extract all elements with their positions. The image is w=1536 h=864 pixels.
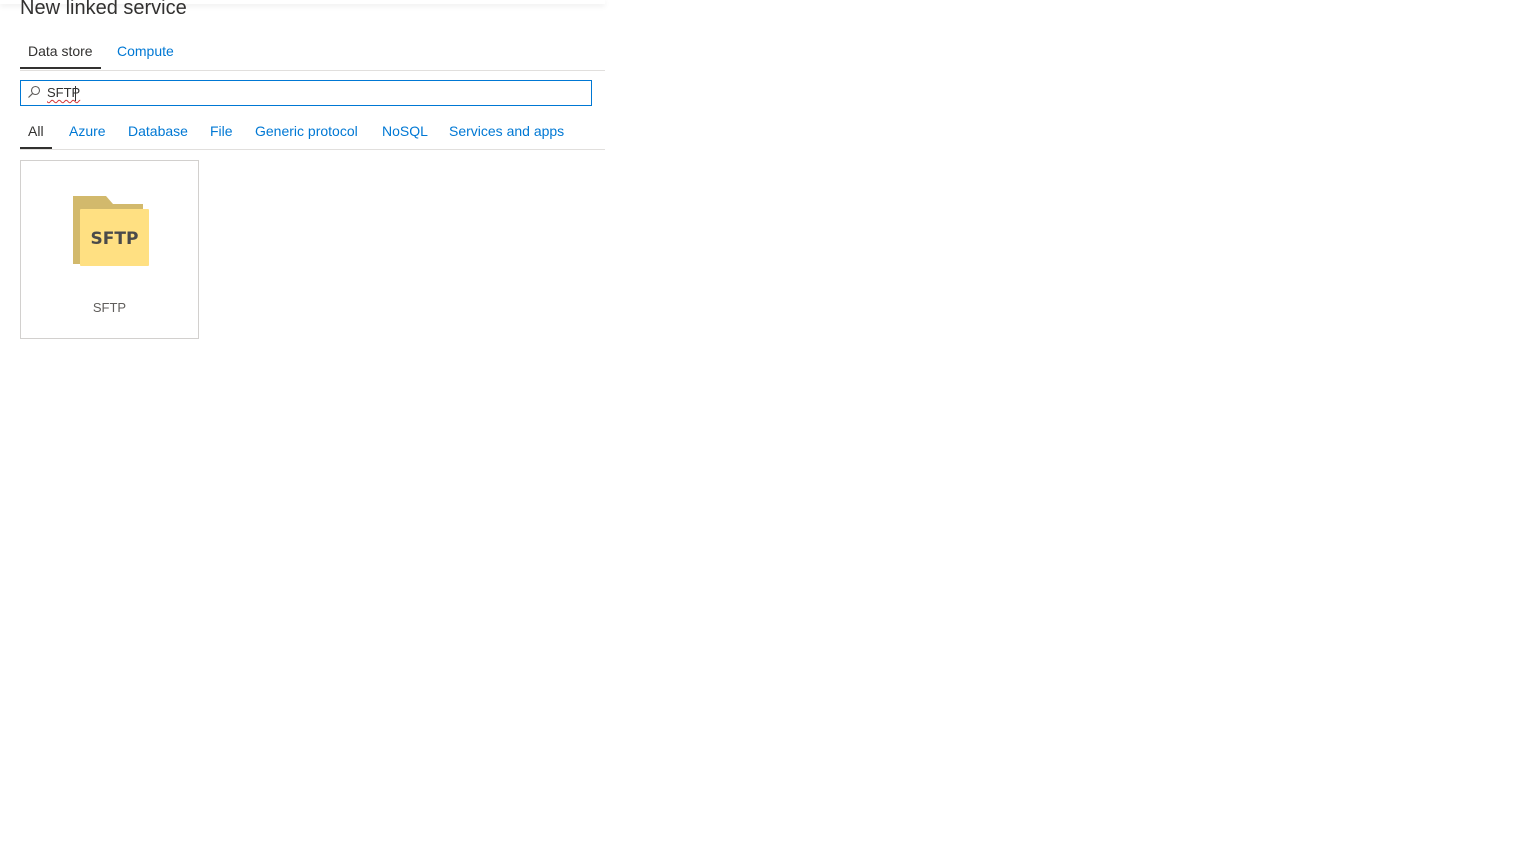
folder-icon: SFTP: [73, 196, 149, 266]
filter-tabs: All Azure Database File Generic protocol…: [20, 114, 605, 150]
tab-data-store[interactable]: Data store: [20, 34, 101, 69]
search-input[interactable]: SFTP: [20, 80, 592, 106]
folder-icon-text: SFTP: [91, 229, 139, 249]
filter-nosql[interactable]: NoSQL: [382, 114, 428, 148]
new-linked-service-panel: New linked service Data store Compute SF…: [0, 0, 605, 864]
filter-database[interactable]: Database: [128, 114, 188, 148]
category-tabs: Data store Compute: [20, 34, 605, 71]
filter-all[interactable]: All: [20, 114, 52, 149]
filter-generic-protocol[interactable]: Generic protocol: [255, 114, 358, 148]
filter-azure[interactable]: Azure: [69, 114, 106, 148]
connector-card-label: SFTP: [92, 300, 127, 315]
text-caret: [75, 86, 76, 101]
search-icon: [28, 85, 41, 98]
page-title: New linked service: [20, 0, 187, 19]
filter-services-and-apps[interactable]: Services and apps: [449, 114, 564, 148]
connector-card-sftp[interactable]: SFTP SFTP: [20, 160, 199, 339]
tab-compute[interactable]: Compute: [117, 34, 174, 69]
filter-file[interactable]: File: [210, 114, 233, 148]
